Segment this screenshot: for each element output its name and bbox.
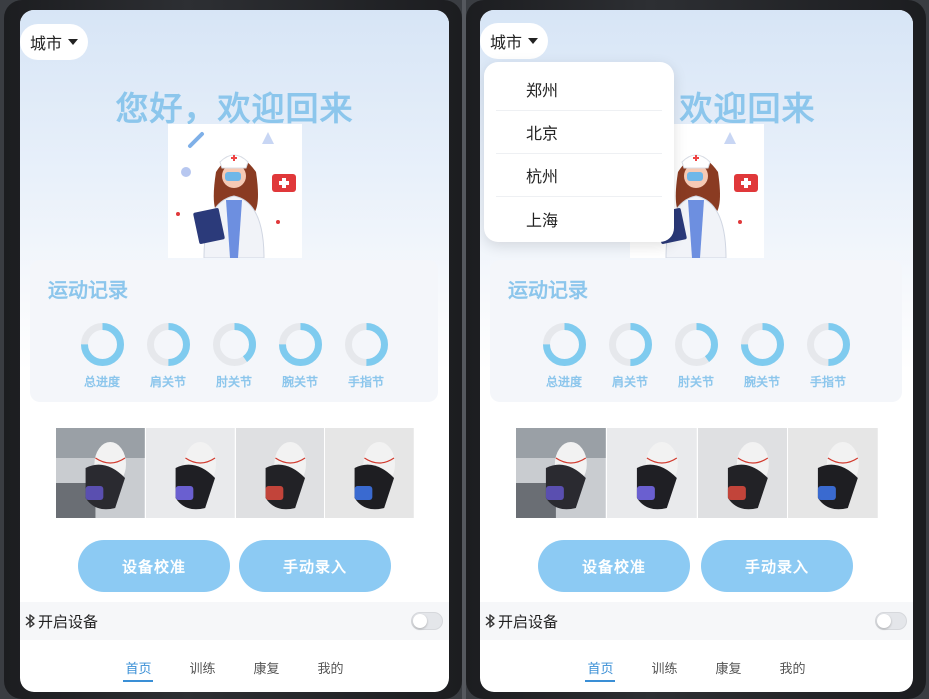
device-toggle[interactable] [875, 612, 907, 630]
progress-ring-label: 手指节 [809, 375, 846, 389]
progress-ring [212, 323, 256, 366]
tab-training[interactable]: 训练 [651, 650, 677, 682]
progress-ring-label: 肘关节 [677, 375, 714, 389]
progress-ring-label: 总进度 [545, 375, 582, 389]
city-dropdown-menu: 郑州 北京 杭州 上海 [484, 62, 674, 242]
caret-down-icon [68, 39, 78, 45]
nurse-illustration [168, 124, 302, 259]
caret-down-icon [528, 38, 538, 44]
progress-ring-item: 手指节 [806, 322, 851, 390]
tab-training[interactable]: 训练 [189, 650, 215, 682]
progress-ring-item: 肩关节 [146, 322, 191, 390]
progress-ring [542, 323, 586, 366]
device-photo [56, 428, 146, 518]
progress-ring-label: 腕关节 [281, 375, 318, 389]
city-option[interactable]: 北京 [496, 111, 662, 154]
city-option[interactable]: 杭州 [496, 154, 662, 197]
progress-ring-item: 腕关节 [740, 322, 785, 390]
calibrate-button[interactable]: 设备校准 [78, 540, 230, 592]
progress-rings: 总进度 肩关节 肘关节 腕关节 手指节 [30, 322, 438, 390]
city-selector[interactable]: 城市 [20, 24, 88, 60]
progress-ring-label: 肩关节 [611, 375, 648, 389]
app-screen-dropdown-open: 城市 您好，欢迎回来 运动记录 总进度 肩关节 肘关节 腕关节 手指节 设备校准 手动录… [480, 10, 913, 692]
progress-ring-item: 总进度 [80, 322, 125, 390]
device-photo [516, 428, 607, 518]
device-toggle-row: 开启设备 [20, 602, 449, 640]
device-photo [145, 428, 236, 518]
progress-ring [278, 323, 322, 366]
progress-ring-item: 总进度 [542, 322, 587, 390]
city-selector[interactable]: 城市 [480, 23, 548, 59]
progress-ring [608, 323, 652, 366]
exercise-records-card: 运动记录 总进度 肩关节 肘关节 腕关节 手指节 [30, 260, 438, 402]
exercise-records-card: 运动记录 总进度 肩关节 肘关节 腕关节 手指节 [490, 260, 902, 402]
tab-home[interactable]: 首页 [585, 650, 616, 682]
screenshot-divider [462, 0, 466, 699]
device-photo [235, 428, 326, 518]
device-toggle-row: 开启设备 [480, 602, 913, 640]
device-label: 开启设备 [38, 612, 99, 631]
device-photo [788, 428, 878, 518]
progress-ring-item: 肩关节 [608, 322, 653, 390]
progress-ring [80, 323, 124, 366]
city-option[interactable]: 上海 [496, 197, 662, 240]
progress-ring [146, 323, 190, 366]
city-selector-label: 城市 [29, 34, 62, 53]
bottom-tab-bar: 首页 训练 康复 我的 [20, 650, 449, 690]
progress-ring-item: 肘关节 [674, 322, 719, 390]
city-option[interactable]: 郑州 [496, 68, 662, 111]
progress-ring-label: 总进度 [83, 375, 120, 389]
device-photo-gallery [56, 428, 414, 518]
progress-ring-label: 腕关节 [743, 375, 780, 389]
tab-mine[interactable]: 我的 [780, 650, 806, 682]
app-screen-default: 城市 您好，欢迎回来 运动记录 总进度 肩关节 肘关节 腕关节 手指节 设备校准 手动录… [20, 10, 449, 692]
tab-rehab[interactable]: 康复 [254, 650, 280, 682]
progress-ring-item: 腕关节 [278, 322, 323, 390]
bluetooth-icon [25, 614, 35, 628]
device-photo [325, 428, 414, 518]
progress-ring-label: 肩关节 [149, 375, 186, 389]
nurse-illustration-art [168, 124, 302, 259]
tab-rehab[interactable]: 康复 [716, 650, 742, 682]
device-label: 开启设备 [498, 612, 559, 631]
calibrate-button[interactable]: 设备校准 [538, 540, 690, 592]
records-title: 运动记录 [508, 278, 588, 302]
progress-ring-label: 肘关节 [215, 375, 252, 389]
welcome-heading: 您好，欢迎回来 [115, 89, 354, 128]
bottom-tab-bar: 首页 训练 康复 我的 [480, 650, 913, 690]
progress-ring-item: 肘关节 [212, 322, 257, 390]
manual-entry-button[interactable]: 手动录入 [239, 540, 391, 592]
progress-ring-label: 手指节 [347, 375, 384, 389]
tab-mine[interactable]: 我的 [318, 650, 344, 682]
city-selector-label: 城市 [489, 33, 522, 52]
tab-home[interactable]: 首页 [123, 650, 154, 682]
records-title: 运动记录 [48, 278, 128, 302]
progress-ring [674, 323, 718, 366]
progress-rings: 总进度 肩关节 肘关节 腕关节 手指节 [490, 322, 902, 390]
progress-ring [344, 323, 388, 366]
manual-entry-button[interactable]: 手动录入 [701, 540, 853, 592]
bluetooth-icon [485, 614, 495, 628]
device-photo-gallery [516, 428, 878, 518]
progress-ring-item: 手指节 [344, 322, 389, 390]
device-photo [606, 428, 698, 518]
progress-ring [740, 323, 784, 366]
device-photo [697, 428, 789, 518]
progress-ring [806, 323, 850, 366]
device-toggle[interactable] [411, 612, 443, 630]
